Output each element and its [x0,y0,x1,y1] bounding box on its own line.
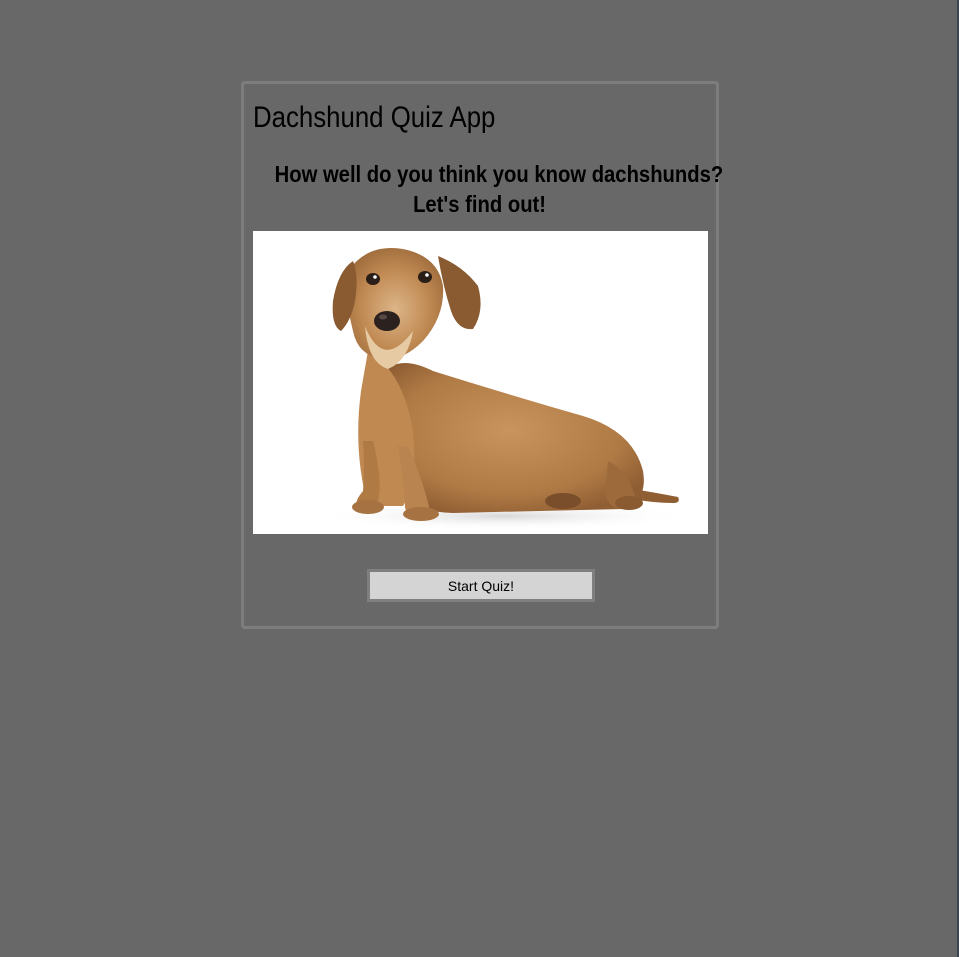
dachshund-photo [253,231,708,534]
dachshund-illustration [313,247,693,530]
quiz-tagline: How well do you think you know dachshund… [244,159,724,219]
app-title: Dachshund Quiz App [253,101,496,134]
start-quiz-button[interactable]: Start Quiz! [367,569,595,602]
quiz-card: Dachshund Quiz App How well do you think… [241,81,724,629]
tagline-question: How well do you think you know dachshund… [274,161,724,187]
tagline-cta: Let's find out! [413,191,547,217]
